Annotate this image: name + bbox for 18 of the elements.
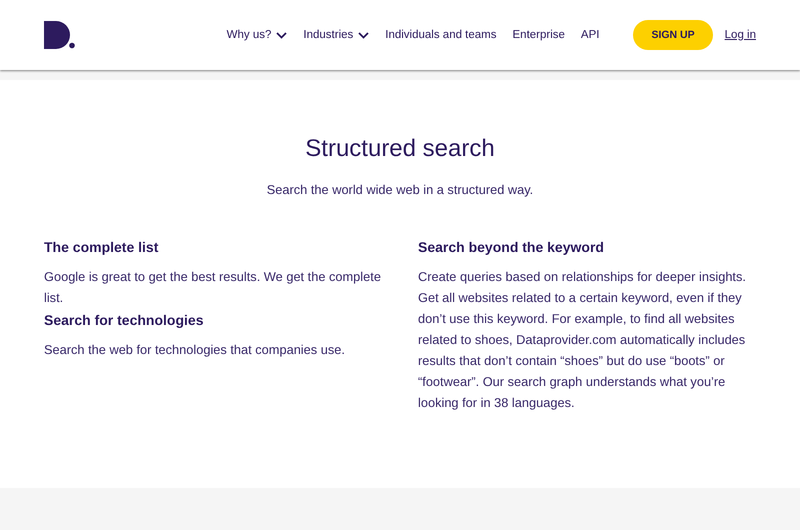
feature-text: Create queries based on relationships for deeper insights. Get all websites related to a certain keyword, even if they don’t use this keyword. For example, to find all websites related to shoes, Dataprovider.com automatically includes results that don’t contain “shoes” but do use “boots” or “footwear”. Our search graph understands what you’re looking for in 38 languages. [418, 268, 747, 412]
nav-link[interactable]: API [580, 29, 600, 41]
feature-heading: The complete list [44, 239, 160, 255]
sign-up-button[interactable]: SIGN UP [633, 20, 713, 50]
log-in-link[interactable]: Log in [724, 29, 756, 41]
chevron-down-icon [358, 32, 370, 38]
feature-heading: Search beyond the keyword [418, 239, 605, 255]
nav-dropdown[interactable]: Why us? [226, 29, 288, 41]
chevron-down-icon [276, 32, 288, 38]
logo-icon[interactable] [44, 21, 75, 49]
nav-link[interactable]: Enterprise [512, 29, 565, 41]
page-title: Structured search [304, 135, 496, 163]
feature-text: Search the web for technologies that companies use. [44, 341, 346, 359]
page-subtitle: Search the world wide web in a structured way. [266, 182, 534, 197]
feature-heading: Search for technologies [44, 312, 204, 328]
feature-text: Google is great to get the best results. We get the complete list. [44, 268, 382, 307]
nav-dropdown[interactable]: Industries [303, 29, 370, 41]
nav-link[interactable]: Individuals and teams [385, 29, 496, 41]
